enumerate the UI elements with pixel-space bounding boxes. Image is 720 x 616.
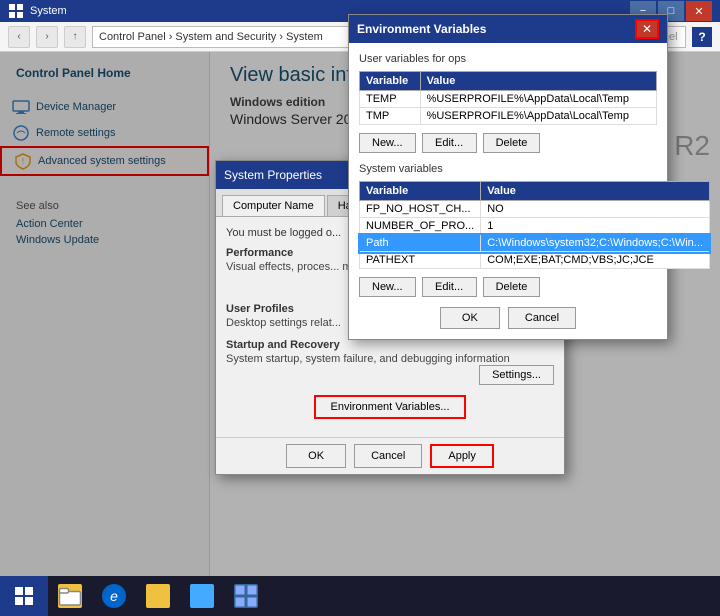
user-var-tmp-name: TMP: [360, 108, 421, 125]
sys-var-col-variable: Variable: [360, 182, 481, 201]
table-row[interactable]: TEMP %USERPROFILE%\AppData\Local\Temp: [360, 91, 657, 108]
env-title-bar: Environment Variables ✕: [349, 15, 667, 43]
sys-var-pathext-name: PATHEXT: [360, 252, 481, 269]
env-btn-container: Environment Variables...: [226, 395, 554, 419]
env-close-button[interactable]: ✕: [635, 19, 659, 39]
windows-logo-icon: [14, 586, 34, 606]
network-icon: [190, 584, 214, 608]
start-button[interactable]: [0, 576, 48, 616]
sys-vars-label: System variables: [359, 163, 657, 175]
user-var-temp-name: TEMP: [360, 91, 421, 108]
sys-var-fp-value: NO: [481, 201, 710, 218]
sys-var-path-value: C:\Windows\system32;C:\Windows;C:\Win...: [481, 235, 710, 252]
env-dialog-buttons: OK Cancel: [359, 307, 657, 329]
startup-settings-button[interactable]: Settings...: [479, 365, 554, 385]
startup-desc: System startup, system failure, and debu…: [226, 353, 554, 365]
user-var-tmp-value: %USERPROFILE%\AppData\Local\Temp: [420, 108, 656, 125]
taskbar-item-control-panel[interactable]: [224, 576, 268, 616]
breadcrumb-text: Control Panel › System and Security › Sy…: [99, 31, 323, 43]
user-edit-button[interactable]: Edit...: [422, 133, 477, 153]
ie-icon: e: [102, 584, 126, 608]
env-title-text: Environment Variables: [357, 22, 635, 36]
sys-vars-buttons: New... Edit... Delete: [359, 277, 657, 297]
sys-var-numproc-name: NUMBER_OF_PRO...: [360, 218, 481, 235]
taskbar-item-ie[interactable]: e: [92, 576, 136, 616]
user-var-temp-value: %USERPROFILE%\AppData\Local\Temp: [420, 91, 656, 108]
taskbar-item-folder[interactable]: [136, 576, 180, 616]
forward-button[interactable]: ›: [36, 26, 58, 48]
close-button[interactable]: ✕: [686, 1, 712, 21]
env-cancel-button[interactable]: Cancel: [508, 307, 576, 329]
sys-delete-button[interactable]: Delete: [483, 277, 541, 297]
startup-section: Startup and Recovery System startup, sys…: [226, 339, 554, 385]
taskbar-items: e: [48, 576, 268, 616]
table-row[interactable]: TMP %USERPROFILE%\AppData\Local\Temp: [360, 108, 657, 125]
help-icon: ?: [698, 30, 705, 44]
sys-bottom-buttons: OK Cancel Apply: [216, 437, 564, 474]
user-var-col-value: Value: [420, 72, 656, 91]
system-vars-table: Variable Value FP_NO_HOST_CH... NO NUMBE…: [359, 181, 710, 269]
sys-var-path-name: Path: [360, 235, 481, 252]
table-row[interactable]: NUMBER_OF_PRO... 1: [360, 218, 710, 235]
window-icon: [8, 3, 24, 19]
up-button[interactable]: ↑: [64, 26, 86, 48]
folder-icon: [146, 584, 170, 608]
sys-var-numproc-value: 1: [481, 218, 710, 235]
sys-var-fp-name: FP_NO_HOST_CH...: [360, 201, 481, 218]
sys-cancel-button[interactable]: Cancel: [354, 444, 422, 468]
environment-variables-button[interactable]: Environment Variables...: [314, 395, 465, 419]
taskbar-item-explorer[interactable]: [48, 576, 92, 616]
user-new-button[interactable]: New...: [359, 133, 416, 153]
user-delete-button[interactable]: Delete: [483, 133, 541, 153]
table-row[interactable]: FP_NO_HOST_CH... NO: [360, 201, 710, 218]
table-row[interactable]: PATHEXT COM;EXE;BAT;CMD;VBS;JC;JCE: [360, 252, 710, 269]
user-vars-table: Variable Value TEMP %USERPROFILE%\AppDat…: [359, 71, 657, 125]
sys-apply-button[interactable]: Apply: [430, 444, 494, 468]
explorer-icon: [58, 584, 82, 608]
user-vars-label: User variables for ops: [359, 53, 657, 65]
sys-new-button[interactable]: New...: [359, 277, 416, 297]
taskbar-item-network[interactable]: [180, 576, 224, 616]
tab-computer-name[interactable]: Computer Name: [222, 195, 325, 216]
sys-edit-button[interactable]: Edit...: [422, 277, 477, 297]
env-ok-button[interactable]: OK: [440, 307, 500, 329]
startup-label: Startup and Recovery: [226, 339, 554, 351]
env-body: User variables for ops Variable Value TE…: [349, 43, 667, 339]
table-row-selected[interactable]: Path C:\Windows\system32;C:\Windows;C:\W…: [360, 235, 710, 252]
environment-variables-dialog: Environment Variables ✕ User variables f…: [348, 14, 668, 340]
taskbar: e: [0, 576, 720, 616]
control-panel-icon: [234, 584, 258, 608]
sys-var-pathext-value: COM;EXE;BAT;CMD;VBS;JC;JCE: [481, 252, 710, 269]
user-vars-buttons: New... Edit... Delete: [359, 133, 657, 153]
sys-var-col-value: Value: [481, 182, 710, 201]
help-button[interactable]: ?: [692, 27, 712, 47]
back-button[interactable]: ‹: [8, 26, 30, 48]
ie-text: e: [110, 588, 118, 604]
user-var-col-variable: Variable: [360, 72, 421, 91]
sys-ok-button[interactable]: OK: [286, 444, 346, 468]
